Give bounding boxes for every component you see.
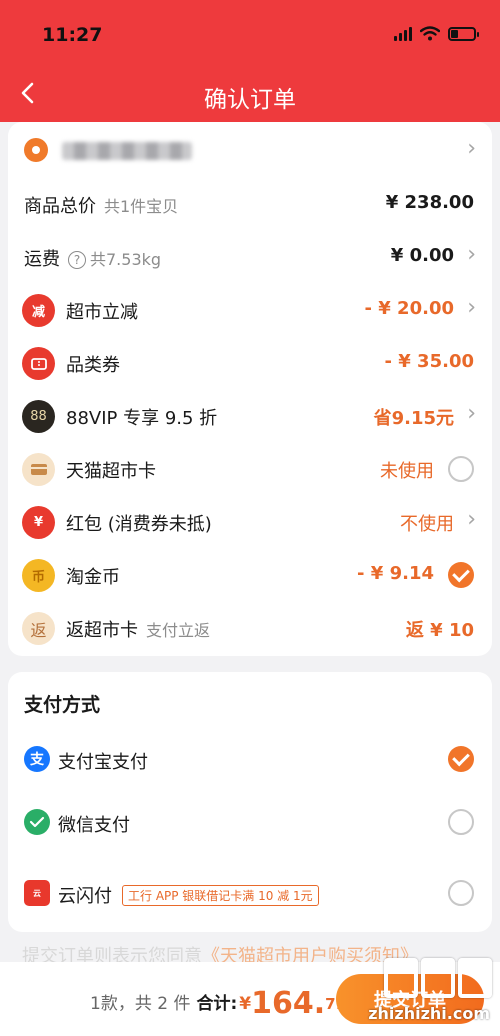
row-label: 返超市卡	[66, 620, 138, 641]
question-icon[interactable]: ?	[68, 251, 86, 269]
watermark-logo-icon	[384, 958, 492, 998]
payment-title: 支付方式	[24, 694, 101, 716]
taojinbi-checkbox[interactable]	[448, 562, 474, 588]
payment-label: 支付宝支付	[58, 752, 148, 773]
row-label: 运费	[24, 249, 60, 270]
battery-icon	[448, 26, 479, 41]
cashback-icon: 返	[22, 612, 55, 645]
row-label: 品类券	[66, 355, 120, 376]
row-label: 淘金币	[66, 567, 120, 588]
row-sub: 共1件宝贝	[104, 197, 179, 216]
row-label: 超市立减	[66, 302, 138, 323]
address-text-blurred	[62, 142, 192, 160]
status-bar: 11:27	[0, 0, 500, 70]
status-time: 11:27	[42, 24, 103, 46]
wechat-pay-icon	[24, 809, 50, 835]
row-cashback-card: 返 返超市卡 支付立返 返 ¥ 10	[8, 602, 492, 655]
row-label: 天猫超市卡	[66, 461, 156, 482]
page-title: 确认订单	[204, 87, 296, 113]
status-icons	[394, 26, 479, 41]
wechat-radio[interactable]	[448, 809, 474, 835]
order-summary-total: 1款，共 2 件合计:¥164.71	[90, 986, 346, 1021]
location-icon	[24, 138, 48, 162]
payment-label: 云闪付	[58, 886, 112, 907]
row-value: - ¥ 9.14	[357, 563, 434, 584]
chevron-right-icon: ›	[467, 507, 476, 532]
chevron-right-icon: ›	[467, 401, 476, 426]
coupon-icon	[22, 347, 55, 380]
alipay-icon: 支	[24, 746, 50, 772]
row-value: 省9.15元	[373, 408, 454, 429]
vip-88-icon: 88	[22, 400, 55, 433]
signal-icon	[394, 26, 412, 41]
total-label: 合计:	[196, 994, 238, 1014]
row-value: - ¥ 35.00	[384, 351, 474, 372]
row-label: 商品总价	[24, 196, 96, 217]
payment-card: 支付方式 支 支付宝支付 微信支付 云 云闪付 工行 APP 银联借记卡满 10 …	[8, 672, 492, 932]
payment-label: 微信支付	[58, 815, 130, 836]
row-value: 未使用	[380, 461, 434, 482]
row-category-coupon: 品类券 - ¥ 35.00	[8, 337, 492, 390]
tmall-card-radio[interactable]	[448, 456, 474, 482]
row-88vip[interactable]: 88 88VIP 专享 9.5 折 省9.15元 ›	[8, 390, 492, 443]
total-amount: 164.	[251, 986, 326, 1021]
card-icon	[22, 453, 55, 486]
address-bar[interactable]: ›	[8, 122, 492, 178]
wifi-icon	[420, 26, 440, 41]
payment-option-alipay[interactable]: 支 支付宝支付	[8, 734, 492, 784]
order-summary-card: 商品总价 共1件宝贝 ¥ 238.00 运费? 共7.53kg ¥ 0.00 › 减…	[8, 178, 492, 656]
row-supermarket-discount[interactable]: 减 超市立减 - ¥ 20.00 ›	[8, 284, 492, 337]
row-red-packet[interactable]: ¥ 红包 (消费券未抵) 不使用 ›	[8, 496, 492, 549]
payment-option-unionpay[interactable]: 云 云闪付 工行 APP 银联借记卡满 10 减 1元	[8, 868, 492, 918]
row-value: 返 ¥ 10	[405, 620, 474, 641]
alipay-selected-check[interactable]	[448, 746, 474, 772]
promo-badge: 工行 APP 银联借记卡满 10 减 1元	[122, 885, 319, 906]
row-total-price: 商品总价 共1件宝贝 ¥ 238.00	[8, 178, 492, 231]
row-value: ¥ 238.00	[385, 192, 474, 213]
item-count: 1款，共 2 件	[90, 994, 191, 1014]
unionpay-radio[interactable]	[448, 880, 474, 906]
row-value: 不使用	[400, 514, 454, 535]
chevron-right-icon: ›	[467, 136, 476, 161]
watermark: zhizhizhi.com	[342, 958, 492, 1032]
row-label: 88VIP 专享 9.5 折	[66, 408, 218, 429]
row-shipping[interactable]: 运费? 共7.53kg ¥ 0.00 ›	[8, 231, 492, 284]
currency-symbol: ¥	[239, 994, 252, 1014]
row-value: ¥ 0.00	[390, 245, 454, 266]
row-taojinbi[interactable]: 币 淘金币 - ¥ 9.14	[8, 549, 492, 602]
row-value: - ¥ 20.00	[364, 298, 454, 319]
row-label: 红包 (消费券未抵)	[66, 514, 212, 535]
row-sub: 支付立返	[146, 621, 211, 640]
row-sub: 共7.53kg	[90, 250, 162, 269]
watermark-text: zhizhizhi.com	[368, 1004, 490, 1023]
row-tmall-card[interactable]: 天猫超市卡 未使用	[8, 443, 492, 496]
nav-bar: 确认订单	[0, 70, 500, 122]
chevron-right-icon: ›	[467, 295, 476, 320]
discount-icon: 减	[22, 294, 55, 327]
chevron-right-icon: ›	[467, 242, 476, 267]
coin-icon: 币	[22, 559, 55, 592]
payment-option-wechat[interactable]: 微信支付	[8, 797, 492, 847]
unionpay-icon: 云	[24, 880, 50, 906]
red-packet-icon: ¥	[22, 506, 55, 539]
